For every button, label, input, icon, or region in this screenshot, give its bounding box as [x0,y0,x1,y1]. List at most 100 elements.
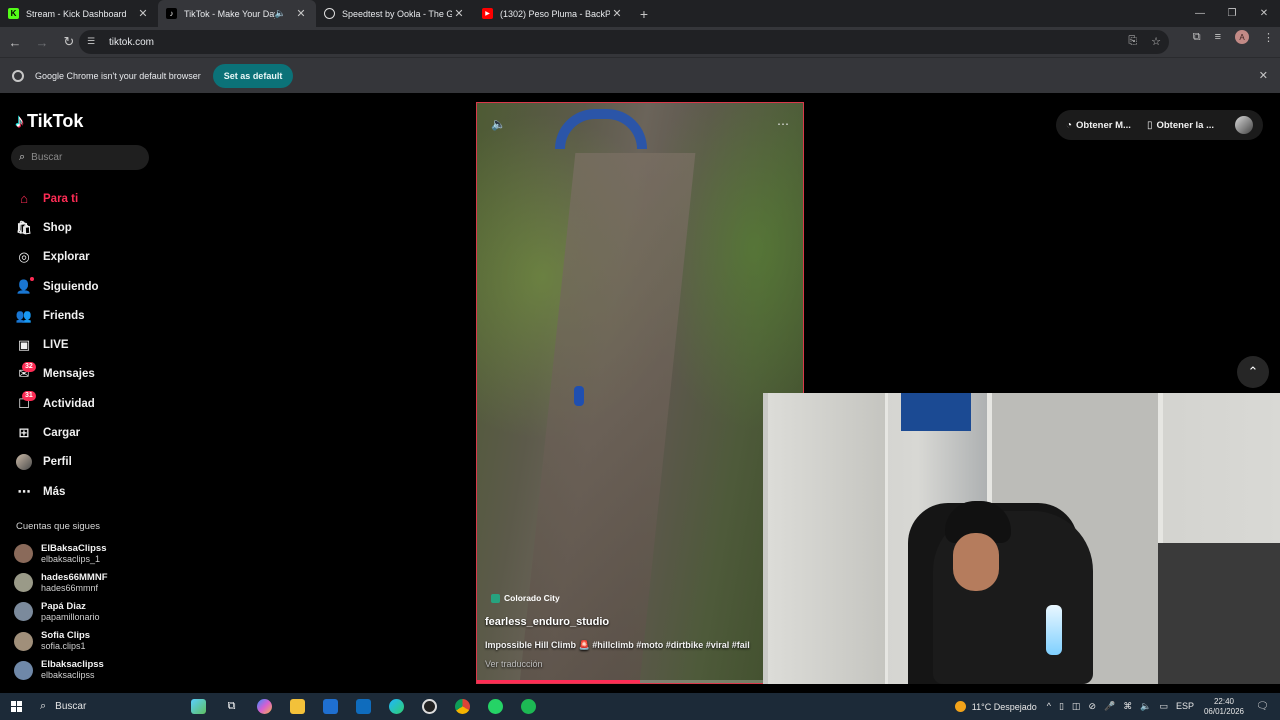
address-bar[interactable]: ☰ tiktok.com ⎘ ☆ [79,30,1169,54]
taskbar-apps: ⧉ [182,693,545,720]
sidebar-item-actividad[interactable]: ☐ 31 Actividad [15,389,99,418]
device-icon[interactable]: ▯ [1059,701,1064,712]
set-default-button[interactable]: Set as default [212,63,294,88]
speaker-icon[interactable]: 🔈 [275,8,286,19]
sidebar-item-label: LIVE [43,339,69,352]
video-progress-bar[interactable] [477,680,803,683]
sidebar-item-siguiendo[interactable]: 👤 Siguiendo [15,272,99,301]
close-tab-icon[interactable]: ✕ [452,7,466,20]
new-tab-button[interactable]: + [632,0,656,27]
search-input[interactable]: ⌕ Buscar [11,145,149,170]
battery-icon[interactable]: ▭ [1159,701,1168,712]
start-button[interactable] [0,693,32,720]
volume-icon[interactable]: 🔈 [491,117,506,131]
list-item[interactable]: Elbaksaclipss elbaksaclipss [14,656,108,685]
home-icon: ⌂ [20,191,28,207]
restore-icon[interactable]: ❐ [1216,0,1248,27]
volume-icon[interactable]: 🔈 [1140,701,1151,712]
network-icon[interactable]: ⌘ [1123,701,1132,712]
sidebar-item-label: Perfil [43,456,72,469]
close-tab-icon[interactable]: ✕ [294,7,308,20]
profile-avatar[interactable]: A [1235,30,1249,44]
account-username: elbaksaclips_1 [41,553,101,564]
sidebar-item-cargar[interactable]: ⊞ Cargar [15,418,99,447]
location-icon [491,593,500,603]
site-info-icon[interactable]: ☰ [87,36,99,48]
list-item[interactable]: Papá Diaz papamillonario [14,597,108,626]
sidebar-item-live[interactable]: ▣ LIVE [15,330,99,359]
task-view-icon[interactable]: ⧉ [215,693,248,720]
avatar [14,602,33,622]
list-item[interactable]: Sofia Clips sofia.clips1 [14,627,108,656]
sidebar-item-para-ti[interactable]: ⌂ Para ti [15,184,99,213]
weather-widget[interactable]: 11°C Despejado [954,701,1037,712]
sidebar-item-mas[interactable]: ⋯ Más [15,477,99,506]
notifications-icon[interactable]: 🗨 [1256,701,1276,712]
close-icon[interactable]: ✕ [1259,69,1268,82]
list-item[interactable]: hades66MMNF hades66mmnf [14,568,108,597]
taskbar-search[interactable]: ⌕ Buscar [32,693,182,720]
camera-icon[interactable]: ◫ [1072,701,1081,712]
reload-button[interactable]: ↻ [57,30,81,54]
sidebar-item-label: Cargar [43,427,81,440]
coin-icon: ◔ [1066,119,1073,131]
avatar[interactable] [1235,116,1253,134]
minimize-icon[interactable]: — [1184,0,1216,27]
obs-icon[interactable] [413,693,446,720]
tab-tiktok[interactable]: ♪ TikTok - Make Your Day 🔈 ✕ [158,0,316,27]
tab-speedtest[interactable]: Speedtest by Ookla - The Glob ✕ [316,0,474,27]
bookmark-star-icon[interactable]: ☆ [1151,35,1161,48]
media-controls-icon[interactable]: ≡ [1215,31,1221,43]
close-tab-icon[interactable]: ✕ [136,7,150,20]
store-icon[interactable] [314,693,347,720]
friends-icon: 👥 [15,307,33,323]
copilot-icon[interactable] [248,693,281,720]
clock-time: 22:40 [1213,696,1234,706]
edge-icon[interactable] [380,693,413,720]
outlook-icon[interactable] [347,693,380,720]
get-desktop-app-button[interactable]: ▯ Obtener la ... [1147,120,1214,131]
widgets-icon[interactable] [182,693,215,720]
location-tag[interactable]: Colorado City [491,593,560,603]
close-window-icon[interactable]: ✕ [1248,0,1280,27]
video-player[interactable]: 🔈 ⋯ Colorado City fearless_enduro_studio… [476,102,804,684]
tab-kick[interactable]: K Stream - Kick Dashboard ✕ [0,0,158,27]
chrome-icon[interactable] [446,693,479,720]
clock[interactable]: 22:40 06/01/2026 [1204,697,1244,717]
video-author[interactable]: fearless_enduro_studio [485,616,609,628]
account-name: Sofia Clips [41,630,91,642]
search-placeholder: Buscar [31,152,63,163]
following-list: ElBaksaClipss elbaksaclips_1 hades66MMNF h… [14,539,108,685]
sidebar-item-mensajes[interactable]: ✉ 32 Mensajes [15,360,99,389]
scroll-up-button[interactable]: ⌃ [1237,356,1269,388]
install-app-icon[interactable]: ⎘ [1128,35,1137,48]
kick-icon: K [8,8,19,19]
menu-kebab-icon[interactable]: ⋮ [1263,31,1274,44]
forward-button[interactable]: → [30,30,54,54]
sidebar-item-shop[interactable]: 🛍 Shop [15,213,99,242]
get-app-button[interactable]: ◔ Obtener M... [1066,120,1131,131]
tiktok-logo[interactable]: ♪ TikTok [15,111,83,132]
spotify-icon[interactable] [512,693,545,720]
whatsapp-icon[interactable] [479,693,512,720]
see-translation-link[interactable]: Ver traducción [485,659,543,669]
file-explorer-icon[interactable] [281,693,314,720]
more-options-icon[interactable]: ⋯ [777,117,789,131]
back-button[interactable]: ← [3,30,27,54]
top-right-actions: ◔ Obtener M... ▯ Obtener la ... [1056,110,1263,140]
extensions-icon[interactable]: ⧉ [1193,31,1201,44]
sidebar-item-explorar[interactable]: ◎ Explorar [15,243,99,272]
mic-icon[interactable]: 🎤 [1104,701,1115,712]
language-indicator[interactable]: ESP [1176,701,1194,712]
tab-youtube[interactable]: ▶ (1302) Peso Pluma - BackPack ( ✕ [474,0,632,27]
video-rider [574,386,584,406]
chevron-up-icon[interactable]: ^ [1047,701,1051,712]
close-tab-icon[interactable]: ✕ [610,7,624,20]
sidebar-item-perfil[interactable]: Perfil [15,448,99,477]
following-icon: 👤 [15,278,33,294]
location-off-icon[interactable]: ⊘ [1088,701,1096,712]
list-item[interactable]: ElBaksaClipss elbaksaclips_1 [14,539,108,568]
tab-title: (1302) Peso Pluma - BackPack ( [500,8,610,19]
cam-face [953,533,999,591]
sidebar-item-friends[interactable]: 👥 Friends [15,301,99,330]
